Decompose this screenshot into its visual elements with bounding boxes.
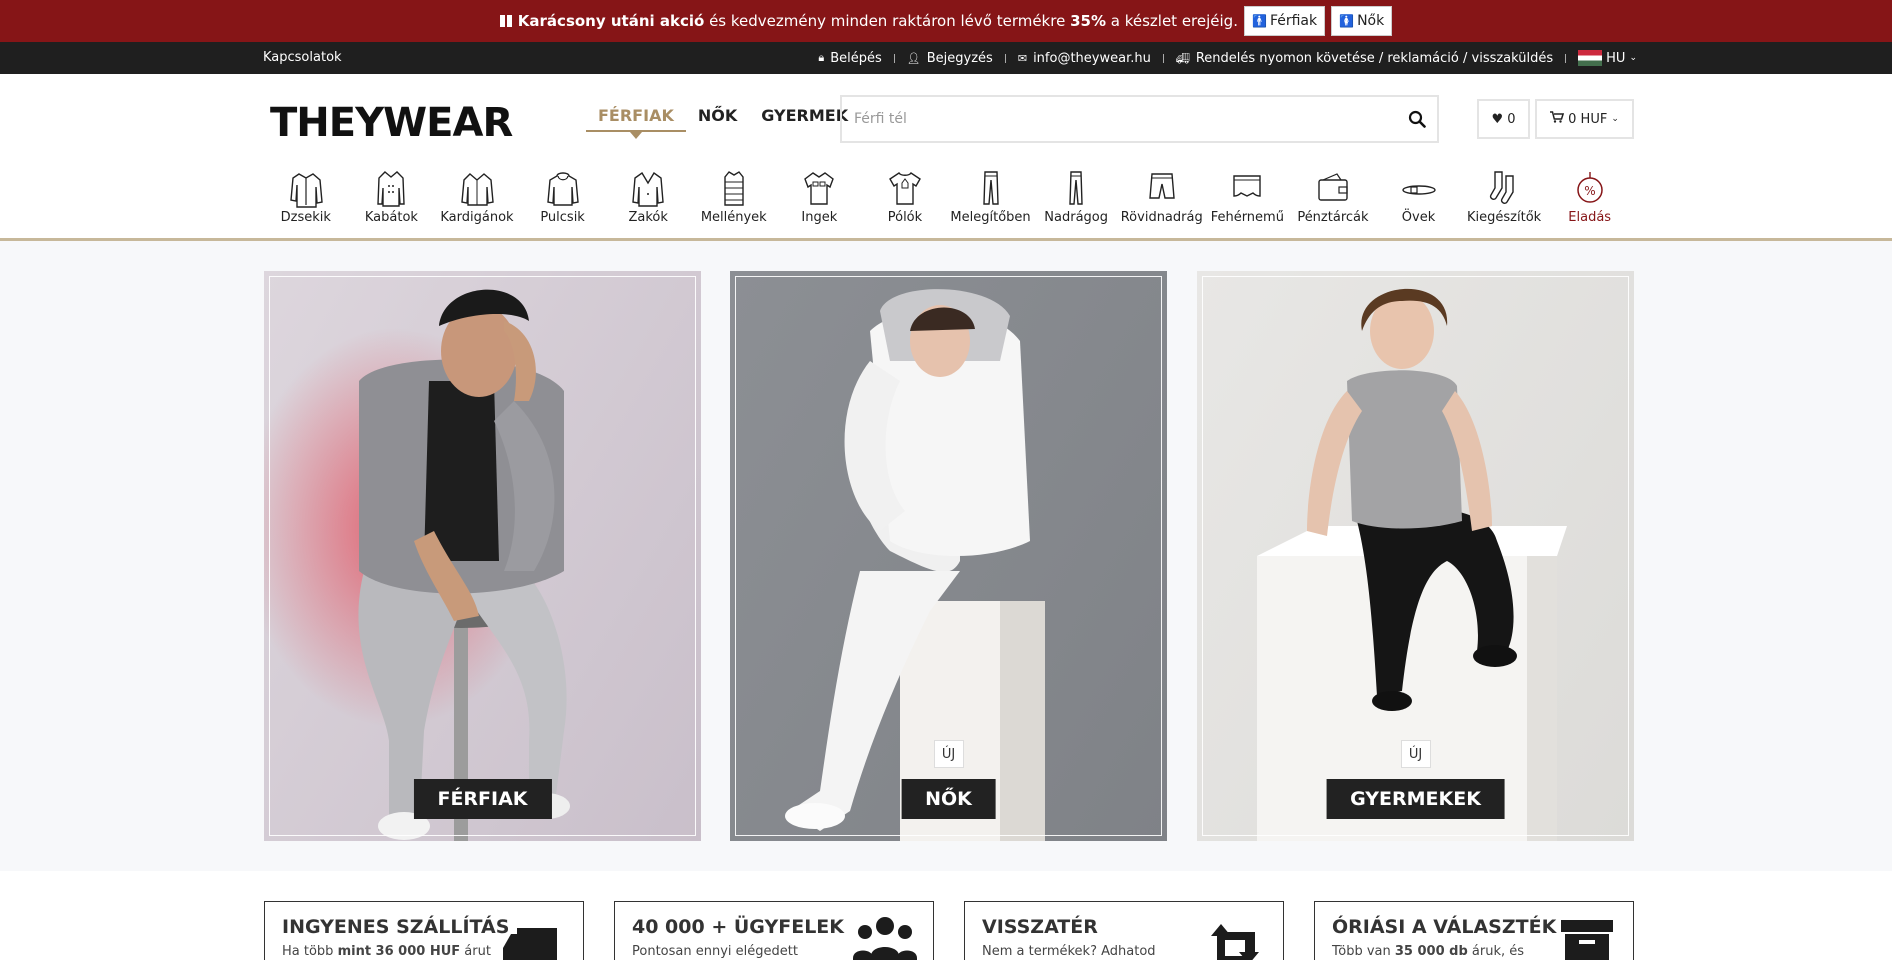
card-frame bbox=[269, 276, 696, 836]
category-underwear[interactable]: Fehérnemű bbox=[1205, 168, 1291, 225]
promo-bar: Karácsony utáni akció és kedvezmény mind… bbox=[0, 0, 1892, 42]
category-coats[interactable]: Kabátok bbox=[349, 168, 435, 225]
user-plus-icon: 👤︎ bbox=[906, 51, 921, 65]
benefit-selection: ÓRIÁSI A VÁLASZTÉK Több van 35 000 db ár… bbox=[1314, 901, 1634, 960]
wallet-icon bbox=[1318, 173, 1348, 201]
chevron-down-icon: ⌄ bbox=[1611, 114, 1619, 124]
category-shorts[interactable]: Rövidnadrág bbox=[1119, 168, 1205, 225]
cart-button[interactable]: 0 HUF ⌄ bbox=[1535, 99, 1634, 139]
cardigan-icon bbox=[461, 173, 494, 206]
gift-icon bbox=[499, 15, 512, 27]
category-jackets[interactable]: Dzsekik bbox=[263, 168, 349, 225]
truck-small-icon: 🚚︎ bbox=[1175, 51, 1190, 65]
underwear-icon bbox=[1233, 175, 1262, 197]
trousers-icon bbox=[1069, 171, 1083, 205]
hero-card-kids[interactable]: ÚJ GYERMEKEK bbox=[1197, 271, 1634, 841]
benefit-customers: 40 000 + ÜGYFELEK Pontosan ennyi elégede… bbox=[614, 901, 934, 960]
new-badge: ÚJ bbox=[1400, 740, 1431, 768]
hungary-flag-icon bbox=[1578, 50, 1603, 66]
sweatpants-icon bbox=[982, 171, 999, 205]
belt-icon bbox=[1401, 185, 1436, 195]
utility-bar: Kapcsolatok 🔒︎ Belépés 👤︎ Bejegyzés ✉︎ info… bbox=[0, 42, 1892, 74]
new-badge: ÚJ bbox=[933, 740, 964, 768]
category-nav: Dzsekik Kabátok Kardigánok Pulcsik Zakók… bbox=[263, 168, 1633, 225]
category-hoodies[interactable]: Pulcsik bbox=[520, 168, 606, 225]
category-sweatpants[interactable]: Melegítőben bbox=[948, 168, 1034, 225]
tab-women[interactable]: NŐK bbox=[686, 106, 749, 132]
jacket-icon bbox=[290, 173, 323, 208]
women-card-label[interactable]: NŐK bbox=[901, 779, 996, 819]
contacts-link[interactable]: Kapcsolatok bbox=[263, 50, 342, 65]
promo-text: Karácsony utáni akció és kedvezmény mind… bbox=[517, 12, 1238, 30]
benefit-returns: VISSZATÉR Nem a termékek? Adhatod bbox=[964, 901, 1284, 960]
woman-icon: 🚺 bbox=[1339, 14, 1355, 28]
kids-card-label[interactable]: GYERMEKEK bbox=[1326, 779, 1505, 819]
promo-men-button[interactable]: 🚹 Férfiak bbox=[1243, 6, 1326, 36]
category-shirts[interactable]: Ingek bbox=[777, 168, 863, 225]
category-cardigans[interactable]: Kardigánok bbox=[434, 168, 520, 225]
register-link[interactable]: 👤︎ Bejegyzés bbox=[907, 51, 993, 66]
category-blazers[interactable]: Zakók bbox=[605, 168, 691, 225]
envelope-icon: ✉︎ bbox=[1017, 51, 1028, 65]
hero-card-women[interactable]: ÚJ NŐK bbox=[730, 271, 1167, 841]
shorts-icon bbox=[1148, 173, 1175, 199]
category-trousers[interactable]: Nadrágog bbox=[1033, 168, 1119, 225]
email-link[interactable]: ✉︎ info@theywear.hu bbox=[1018, 51, 1151, 66]
search-icon[interactable] bbox=[1397, 110, 1437, 128]
category-wallets[interactable]: Pénztárcák bbox=[1290, 168, 1376, 225]
cart-icon bbox=[1550, 111, 1565, 127]
man-icon: 🚹 bbox=[1251, 14, 1267, 28]
truck-icon bbox=[503, 928, 557, 960]
wishlist-button[interactable]: ♥ 0 bbox=[1477, 99, 1530, 139]
language-selector[interactable]: HU ⌄ bbox=[1578, 50, 1637, 66]
archive-icon bbox=[1561, 920, 1613, 960]
promo-women-button[interactable]: 🚺 Nők bbox=[1331, 6, 1393, 36]
benefit-free-shipping: INGYENES SZÁLLÍTÁS Ha több mint 36 000 H… bbox=[264, 901, 584, 960]
category-accessories[interactable]: Kiegészítők bbox=[1461, 168, 1547, 225]
shirt-icon bbox=[804, 172, 835, 205]
blazer-icon bbox=[632, 171, 664, 207]
sale-tag-icon: % bbox=[1576, 172, 1603, 203]
retweet-icon bbox=[1211, 924, 1259, 960]
coat-icon bbox=[377, 171, 406, 207]
search-input[interactable] bbox=[842, 97, 1397, 141]
category-vests[interactable]: Mellények bbox=[691, 168, 777, 225]
category-sale[interactable]: % Eladás bbox=[1547, 168, 1633, 225]
tracking-link[interactable]: 🚚︎ Rendelés nyomon követése / reklamáció … bbox=[1176, 51, 1553, 66]
hero-card-men[interactable]: FÉRFIAK bbox=[264, 271, 701, 841]
tab-men[interactable]: FÉRFIAK bbox=[586, 106, 686, 139]
tshirt-icon bbox=[889, 172, 921, 205]
site-logo[interactable]: THEYWEAR bbox=[270, 100, 513, 146]
lock-icon: 🔒︎ bbox=[818, 51, 825, 64]
socks-icon bbox=[1489, 171, 1514, 204]
chevron-down-icon: ⌄ bbox=[1629, 53, 1637, 63]
men-card-label[interactable]: FÉRFIAK bbox=[413, 779, 552, 819]
search-box bbox=[840, 95, 1439, 143]
users-icon bbox=[853, 917, 917, 960]
gender-tabs: FÉRFIAK NŐK GYERMEK bbox=[586, 106, 860, 139]
heart-icon: ♥ bbox=[1491, 111, 1504, 127]
category-tshirts[interactable]: Pólók bbox=[862, 168, 948, 225]
vest-icon bbox=[724, 171, 744, 206]
category-belts[interactable]: Övek bbox=[1376, 168, 1462, 225]
hoodie-icon bbox=[546, 172, 579, 206]
login-link[interactable]: 🔒︎ Belépés bbox=[818, 51, 881, 66]
svg-text:%: % bbox=[1584, 184, 1595, 198]
